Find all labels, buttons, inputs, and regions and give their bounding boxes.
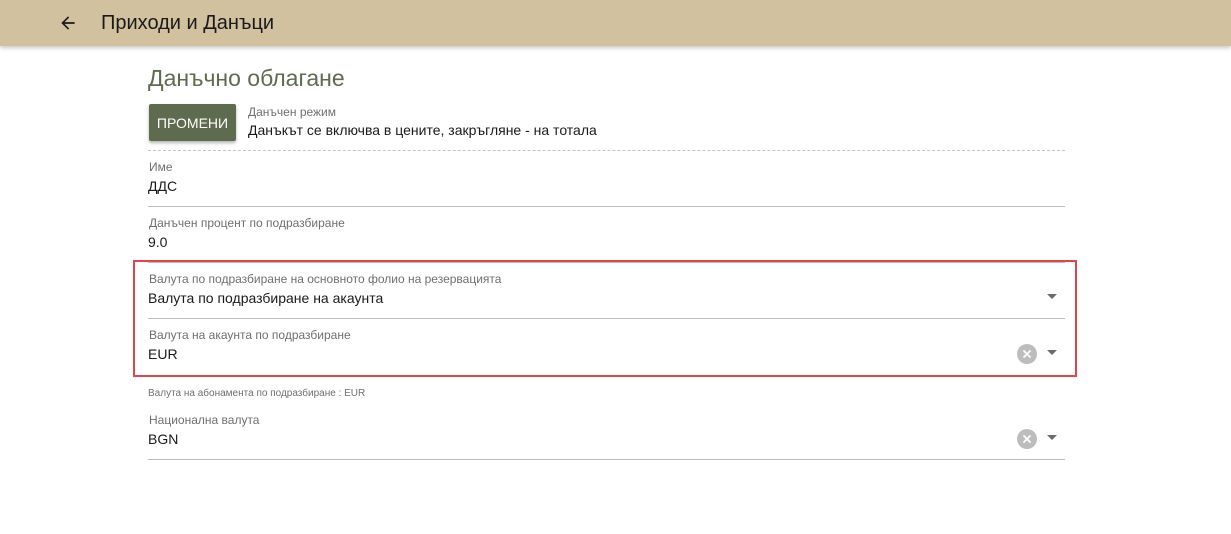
section-title: Данъчно облагане [148, 65, 345, 91]
caret-down-icon[interactable] [1047, 435, 1057, 440]
default-tax-rate-field[interactable]: Данъчен процент по подразбиране 9.0 [148, 212, 1065, 263]
folio-currency-label: Валута по подразбиране на основното фоли… [149, 272, 502, 286]
national-currency-value[interactable]: BGN [148, 431, 178, 447]
caret-down-icon[interactable] [1047, 350, 1057, 355]
name-field[interactable]: Име ДДС [148, 156, 1065, 207]
clear-icon[interactable] [1017, 429, 1037, 449]
caret-down-icon[interactable] [1047, 294, 1057, 299]
name-field-value[interactable]: ДДС [148, 178, 177, 194]
close-icon [1023, 435, 1031, 443]
default-tax-rate-label: Данъчен процент по подразбиране [149, 216, 345, 230]
subscription-currency-note: Валута на абонамента по подразбиране : E… [148, 388, 366, 399]
national-currency-select[interactable]: Национална валута BGN [148, 409, 1065, 460]
page-title: Приходи и Данъци [101, 12, 275, 34]
national-currency-label: Национална валута [149, 413, 260, 427]
arrow-left-icon [61, 16, 75, 30]
divider [148, 150, 1065, 151]
account-currency-select[interactable]: Валута на акаунта по подразбиране EUR [148, 324, 1065, 374]
account-currency-value[interactable]: EUR [148, 346, 178, 362]
change-tax-mode-button[interactable]: ПРОМЕНИ [149, 104, 236, 141]
clear-icon[interactable] [1017, 344, 1037, 364]
tax-mode-value: Данъкът се включва в цените, закръгляне … [248, 122, 597, 138]
name-field-label: Име [149, 160, 173, 174]
back-button[interactable] [52, 7, 84, 39]
default-tax-rate-value[interactable]: 9.0 [148, 234, 167, 250]
folio-currency-value[interactable]: Валута по подразбиране на акаунта [148, 290, 383, 306]
close-icon [1023, 350, 1031, 358]
app-header: Приходи и Данъци [0, 0, 1231, 46]
tax-mode-label: Данъчен режим [248, 105, 337, 119]
account-currency-label: Валута на акаунта по подразбиране [149, 328, 351, 342]
folio-currency-select[interactable]: Валута по подразбиране на основното фоли… [148, 268, 1065, 319]
